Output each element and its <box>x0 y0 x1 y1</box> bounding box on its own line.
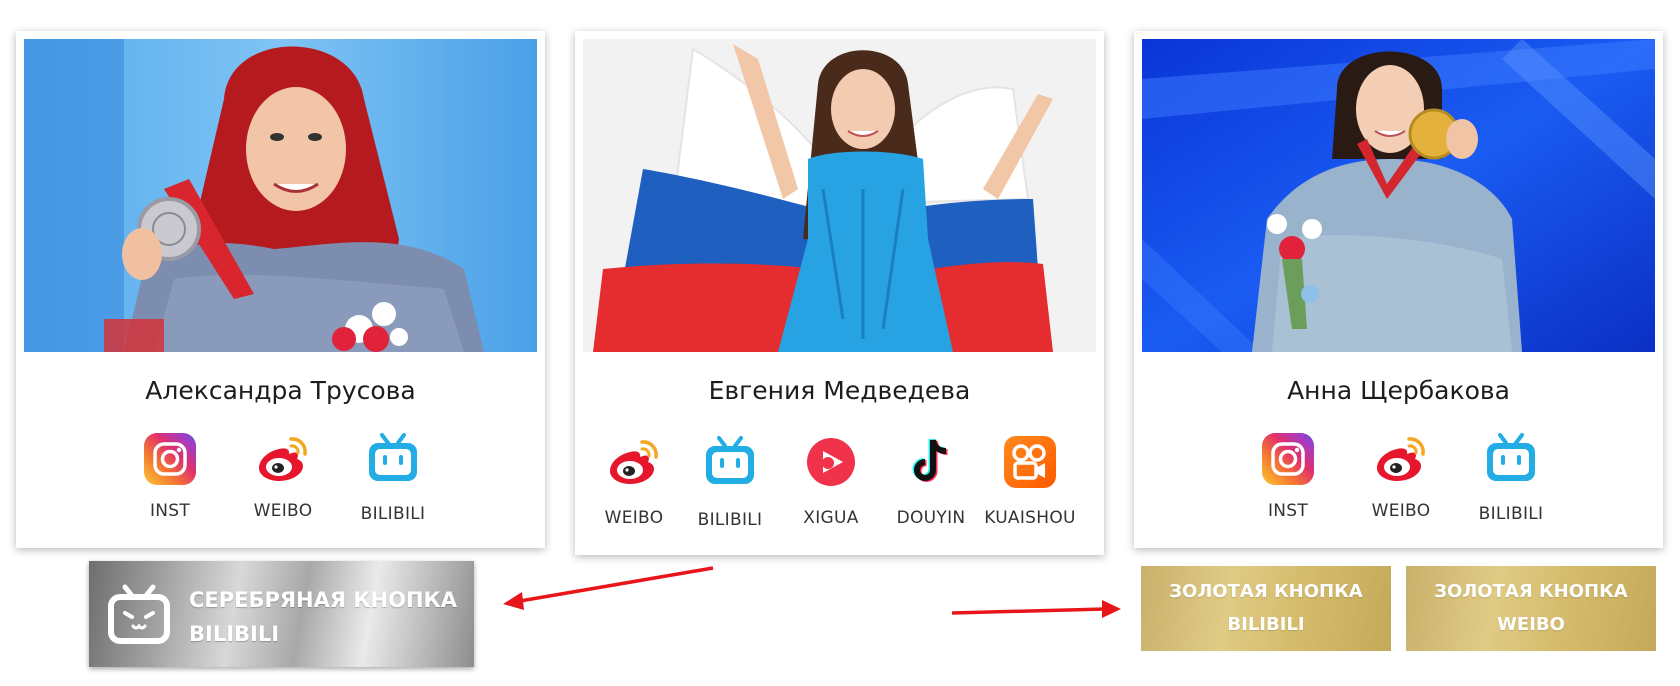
social-link-bilibili[interactable]: BILIBILI <box>680 434 780 530</box>
athlete-card-trusova: Александра Трусова INST WEIBO BILIBILI <box>16 31 545 548</box>
kuaishou-icon <box>1002 434 1058 490</box>
athlete-card-shcherbakova: Анна Щербакова INST WEIBO BILIBILI <box>1134 31 1663 548</box>
social-link-kuaishou[interactable]: KUAISHOU <box>980 434 1080 528</box>
athlete-photo-gold-medal <box>1142 39 1655 352</box>
athlete-photo <box>24 39 537 352</box>
silver-button-label: СЕРЕБРЯНАЯ КНОПКА BILIBILI <box>189 583 459 651</box>
arrow-to-gold-button <box>951 600 1121 618</box>
athlete-card-medvedeva: Евгения Медведева WEIBO BILIBILI XIGUA D… <box>575 31 1104 555</box>
athlete-photo-silver-medal <box>24 39 537 352</box>
social-label: DOUYIN <box>896 508 966 528</box>
athlete-photo-russian-flag <box>583 39 1096 352</box>
social-label: WEIBO <box>253 501 313 521</box>
social-label: WEIBO <box>1371 501 1431 521</box>
gold-button-line2: WEIBO <box>1497 614 1565 635</box>
athlete-name: Евгения Медведева <box>708 376 971 405</box>
athlete-photo <box>1142 39 1655 352</box>
gold-button-weibo[interactable]: ЗОЛОТАЯ КНОПКА WEIBO <box>1406 566 1656 651</box>
bilibili-tv-icon <box>108 584 170 644</box>
social-label: BILIBILI <box>360 504 426 524</box>
social-label: INST <box>149 501 191 521</box>
social-link-instagram[interactable]: INST <box>1238 431 1338 521</box>
gold-button-line2: BILIBILI <box>1227 614 1305 635</box>
social-link-bilibili[interactable]: BILIBILI <box>343 431 443 524</box>
silver-button-line1: СЕРЕБРЯНАЯ КНОПКА <box>189 588 457 612</box>
social-label: BILIBILI <box>697 510 763 530</box>
social-link-bilibili[interactable]: BILIBILI <box>1461 431 1561 524</box>
social-link-weibo[interactable]: WEIBO <box>233 431 333 521</box>
social-label: KUAISHOU <box>984 508 1076 528</box>
social-label: XIGUA <box>803 508 859 528</box>
social-link-xigua[interactable]: XIGUA <box>781 434 881 528</box>
weibo-icon <box>1373 431 1429 487</box>
social-label: BILIBILI <box>1478 504 1544 524</box>
instagram-icon <box>142 431 198 487</box>
instagram-icon <box>1260 431 1316 487</box>
douyin-icon <box>903 434 959 490</box>
weibo-icon <box>606 434 662 490</box>
social-label: WEIBO <box>604 508 664 528</box>
athlete-name: Александра Трусова <box>145 376 416 405</box>
athlete-photo <box>583 39 1096 352</box>
athlete-name: Анна Щербакова <box>1287 376 1510 405</box>
bilibili-icon <box>1483 431 1539 487</box>
gold-button-bilibili[interactable]: ЗОЛОТАЯ КНОПКА BILIBILI <box>1141 566 1391 651</box>
gold-button-line1: ЗОЛОТАЯ КНОПКА <box>1169 581 1363 602</box>
social-label: INST <box>1267 501 1309 521</box>
weibo-icon <box>255 431 311 487</box>
xigua-icon <box>803 434 859 490</box>
gold-button-line1: ЗОЛОТАЯ КНОПКА <box>1434 581 1628 602</box>
social-link-instagram[interactable]: INST <box>120 431 220 521</box>
silver-button-line2: BILIBILI <box>189 622 280 646</box>
silver-button-bilibili[interactable]: СЕРЕБРЯНАЯ КНОПКА BILIBILI <box>89 561 474 667</box>
bilibili-icon <box>702 434 758 490</box>
social-link-douyin[interactable]: DOUYIN <box>881 434 981 528</box>
social-link-weibo[interactable]: WEIBO <box>1351 431 1451 521</box>
bilibili-icon <box>365 431 421 487</box>
social-link-weibo[interactable]: WEIBO <box>584 434 684 528</box>
arrow-to-silver-button <box>503 566 714 610</box>
